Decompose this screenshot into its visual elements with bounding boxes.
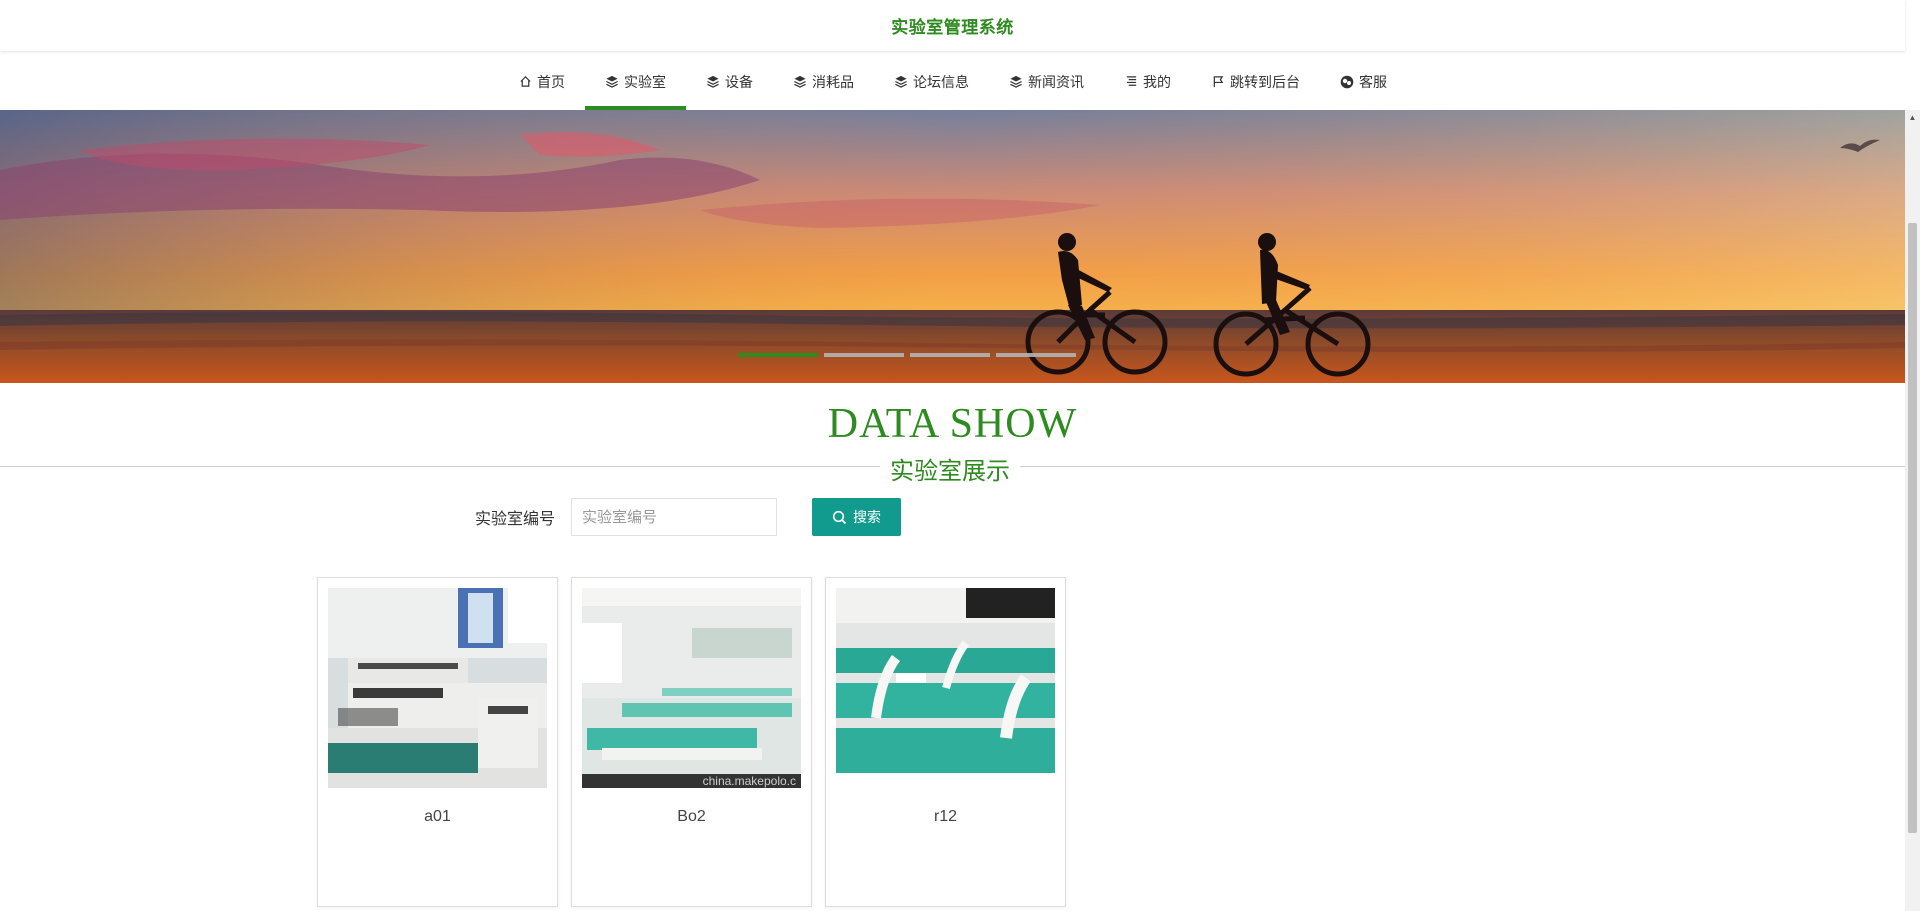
nav-item-mine[interactable]: 我的 <box>1104 53 1191 110</box>
nav-item-labs[interactable]: 实验室 <box>585 53 686 110</box>
scrollbar-thumb[interactable] <box>1908 223 1917 833</box>
nav-item-equipment[interactable]: 设备 <box>686 53 773 110</box>
search-label: 实验室编号 <box>475 511 556 528</box>
top-header: 实验室管理系统 <box>0 0 1905 51</box>
lab-card[interactable]: china.makepolo.c Bo2 <box>571 577 812 907</box>
home-icon <box>518 75 532 89</box>
nav-label: 消耗品 <box>812 73 854 90</box>
nav-label: 实验室 <box>624 73 666 90</box>
section-title: DATA SHOW <box>827 401 1078 447</box>
nav-label: 我的 <box>1143 73 1171 90</box>
chat-icon <box>1340 75 1354 89</box>
main-nav: 首页 实验室 设备 消耗品 论坛信息 新闻资讯 我的 跳转到后台 客服 <box>0 53 1905 110</box>
nav-item-admin[interactable]: 跳转到后台 <box>1191 53 1320 110</box>
search-bar: 实验室编号 搜索 <box>475 498 902 536</box>
layers-icon <box>605 75 619 89</box>
site-title: 实验室管理系统 <box>891 18 1014 37</box>
layers-icon <box>1009 75 1023 89</box>
carousel-dot[interactable] <box>824 353 904 357</box>
lab-card[interactable]: r12 <box>825 577 1066 907</box>
section-subtitle: 实验室展示 <box>880 451 1020 486</box>
nav-item-news[interactable]: 新闻资讯 <box>989 53 1104 110</box>
nav-label: 首页 <box>537 73 565 90</box>
lab-name[interactable]: a01 <box>318 808 557 826</box>
search-button-label: 搜索 <box>853 509 882 525</box>
carousel-dot[interactable] <box>996 353 1076 357</box>
nav-item-service[interactable]: 客服 <box>1320 53 1407 110</box>
search-button[interactable]: 搜索 <box>812 498 902 536</box>
nav-label: 论坛信息 <box>913 73 969 90</box>
scroll-up-icon[interactable]: ▲ <box>1905 110 1920 125</box>
lab-image[interactable] <box>836 588 1055 788</box>
search-icon <box>832 510 847 525</box>
lab-name[interactable]: r12 <box>826 808 1065 826</box>
search-input[interactable] <box>571 498 778 536</box>
layers-icon <box>706 75 720 89</box>
image-watermark: china.makepolo.c <box>703 774 796 788</box>
nav-item-forum[interactable]: 论坛信息 <box>874 53 989 110</box>
nav-item-home[interactable]: 首页 <box>498 53 585 110</box>
flag-icon <box>1211 75 1225 89</box>
nav-label: 新闻资讯 <box>1028 73 1084 90</box>
layers-icon <box>793 75 807 89</box>
layers-icon <box>894 75 908 89</box>
carousel-dot[interactable] <box>738 353 818 357</box>
lab-card[interactable]: a01 <box>317 577 558 907</box>
banner-carousel[interactable] <box>0 110 1905 383</box>
nav-label: 跳转到后台 <box>1230 73 1300 90</box>
nav-label: 设备 <box>725 73 753 90</box>
lab-image[interactable]: china.makepolo.c <box>582 588 801 788</box>
banner-image <box>0 110 1905 383</box>
scrollbar[interactable]: ▲ <box>1905 110 1920 911</box>
lab-name[interactable]: Bo2 <box>572 808 811 826</box>
nav-label: 客服 <box>1359 73 1387 90</box>
carousel-indicators <box>738 353 1076 357</box>
list-icon <box>1124 75 1138 89</box>
nav-item-consumables[interactable]: 消耗品 <box>773 53 874 110</box>
lab-image[interactable] <box>328 588 547 788</box>
carousel-dot[interactable] <box>910 353 990 357</box>
